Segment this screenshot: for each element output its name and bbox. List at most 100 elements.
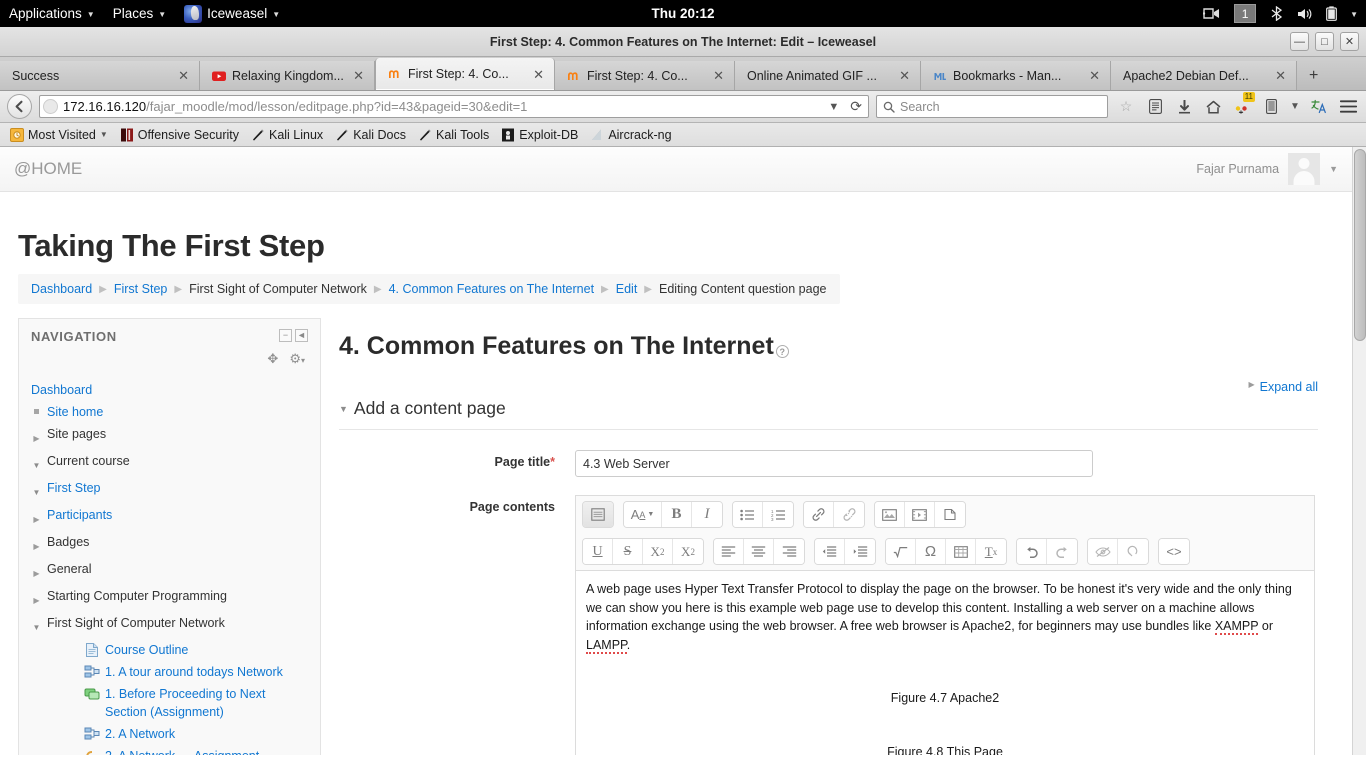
- browser-tab[interactable]: First Step: 4. Co... ✕: [555, 61, 735, 90]
- nav-item-current-course[interactable]: ▼ Current course: [31, 450, 308, 477]
- collapse-block-icon[interactable]: −: [279, 329, 292, 342]
- html-source-icon[interactable]: <>: [1159, 539, 1189, 564]
- chevron-right-icon[interactable]: ▶: [31, 533, 42, 556]
- nav-item-label[interactable]: Participants: [47, 506, 112, 524]
- nav-item-course-outline[interactable]: Course Outline: [31, 639, 308, 661]
- clipboard-icon[interactable]: [1260, 95, 1282, 119]
- align-center-icon[interactable]: [744, 539, 774, 564]
- clear-format-icon[interactable]: Tx: [976, 539, 1006, 564]
- nav-item-label[interactable]: Course Outline: [105, 641, 188, 659]
- translate-icon[interactable]: [1308, 95, 1330, 119]
- close-button[interactable]: ✕: [1340, 32, 1359, 51]
- nav-item-site-pages[interactable]: ▶ Site pages: [31, 423, 308, 450]
- table-icon[interactable]: [946, 539, 976, 564]
- section-header[interactable]: ▼ Add a content page: [339, 398, 1318, 430]
- hamburger-menu-icon[interactable]: [1337, 95, 1359, 119]
- strikethrough-icon[interactable]: S: [613, 539, 643, 564]
- nav-item-dashboard[interactable]: Dashboard: [31, 379, 308, 401]
- browser-tab[interactable]: Apache2 Debian Def... ✕: [1111, 61, 1297, 90]
- breadcrumb-item-first-step[interactable]: First Step: [114, 282, 168, 296]
- indent-icon[interactable]: [845, 539, 875, 564]
- equation-icon[interactable]: [886, 539, 916, 564]
- nav-item-assignment-1[interactable]: 1. Before Proceeding to Next Section (As…: [31, 683, 308, 723]
- nav-item-label[interactable]: 2. A Network --- Assignment: [105, 747, 259, 755]
- close-icon[interactable]: ✕: [1087, 69, 1102, 82]
- media-icon[interactable]: [905, 502, 935, 527]
- dock-block-icon[interactable]: ◄: [295, 329, 308, 342]
- site-identity-icon[interactable]: [43, 99, 58, 114]
- nav-item-label[interactable]: 1. Before Proceeding to Next Section (As…: [105, 685, 308, 721]
- downloads-icon[interactable]: [1173, 95, 1195, 119]
- iceweasel-menu[interactable]: Iceweasel ▼: [175, 0, 289, 27]
- close-icon[interactable]: ✕: [711, 69, 726, 82]
- chevron-down-icon[interactable]: ▼: [31, 614, 42, 637]
- align-right-icon[interactable]: [774, 539, 804, 564]
- search-input[interactable]: Search: [876, 95, 1108, 118]
- close-icon[interactable]: ✕: [897, 69, 912, 82]
- align-left-icon[interactable]: [714, 539, 744, 564]
- applications-menu[interactable]: Applications ▼: [0, 0, 104, 27]
- bullet-list-icon[interactable]: [733, 502, 763, 527]
- paste-icon[interactable]: [935, 502, 965, 527]
- breadcrumb-item-lesson[interactable]: 4. Common Features on The Internet: [389, 282, 594, 296]
- minimize-button[interactable]: —: [1290, 32, 1309, 51]
- expand-all-link[interactable]: Expand all: [1260, 380, 1318, 394]
- close-icon[interactable]: ✕: [531, 68, 546, 81]
- browser-tab[interactable]: Online Animated GIF ... ✕: [735, 61, 921, 90]
- nav-item-lesson-1[interactable]: 1. A tour around todays Network: [31, 661, 308, 683]
- maximize-button[interactable]: □: [1315, 32, 1334, 51]
- image-icon[interactable]: [875, 502, 905, 527]
- undo-icon[interactable]: [1017, 539, 1047, 564]
- redo-icon[interactable]: [1047, 539, 1077, 564]
- chevron-right-icon[interactable]: ▶: [31, 425, 42, 448]
- nav-item-label[interactable]: First Step: [47, 479, 101, 497]
- bookmark-exploit-db[interactable]: Exploit-DB: [495, 124, 584, 146]
- new-tab-button[interactable]: +: [1297, 61, 1330, 90]
- chevron-down-icon[interactable]: ▼: [339, 404, 348, 414]
- close-icon[interactable]: ✕: [176, 69, 191, 82]
- nav-item-assignment-2[interactable]: 2. A Network --- Assignment: [31, 745, 308, 755]
- bluetooth-icon[interactable]: [1269, 6, 1284, 21]
- breadcrumb-item-dashboard[interactable]: Dashboard: [31, 282, 92, 296]
- browser-tab-active[interactable]: First Step: 4. Co... ✕: [375, 58, 555, 90]
- nav-item-participants[interactable]: ▶ Participants: [31, 504, 308, 531]
- page-title-input[interactable]: [575, 450, 1093, 477]
- move-icon[interactable]: ✥: [267, 351, 278, 367]
- back-button[interactable]: [7, 94, 32, 119]
- url-bar[interactable]: 172.16.16.120/fajar_moodle/mod/lesson/ed…: [39, 95, 869, 118]
- chevron-down-icon[interactable]: ▼: [1350, 10, 1358, 19]
- workspace-indicator[interactable]: 1: [1234, 4, 1257, 23]
- nav-item-lesson-2[interactable]: 2. A Network: [31, 723, 308, 745]
- site-name[interactable]: @HOME: [14, 159, 82, 179]
- screencast-icon[interactable]: [1203, 7, 1221, 20]
- accessibility-check-icon[interactable]: [1088, 539, 1118, 564]
- browser-tab[interactable]: Success ✕: [0, 61, 200, 90]
- editor-content-area[interactable]: A web page uses Hyper Text Transfer Prot…: [576, 570, 1314, 755]
- close-icon[interactable]: ✕: [1273, 69, 1288, 82]
- font-style-icon[interactable]: A A ▼: [624, 502, 662, 527]
- close-icon[interactable]: ✕: [351, 69, 366, 82]
- underline-icon[interactable]: U: [583, 539, 613, 564]
- nav-item-label[interactable]: 1. A tour around todays Network: [105, 663, 283, 681]
- nav-item-general[interactable]: ▶ General: [31, 558, 308, 585]
- addons-icon[interactable]: 11: [1231, 91, 1255, 119]
- browser-tab[interactable]: Bookmarks - Man... ✕: [921, 61, 1111, 90]
- expand-editor-icon[interactable]: [583, 502, 613, 527]
- nav-item-first-step[interactable]: ▼ First Step: [31, 477, 308, 504]
- chevron-right-icon[interactable]: ▶: [31, 506, 42, 529]
- chevron-right-icon[interactable]: ▶: [31, 587, 42, 610]
- bookmark-most-visited[interactable]: Most Visited ▼: [4, 124, 114, 146]
- nav-item-first-sight-of-computer-network[interactable]: ▼ First Sight of Computer Network: [31, 612, 308, 639]
- places-menu[interactable]: Places ▼: [104, 0, 175, 27]
- chevron-down-icon[interactable]: ▼: [1329, 164, 1338, 174]
- unlink-icon[interactable]: [834, 502, 864, 527]
- nav-item-starting-computer-programming[interactable]: ▶ Starting Computer Programming: [31, 585, 308, 612]
- bookmark-kali-docs[interactable]: Kali Docs: [329, 124, 412, 146]
- page-scrollbar[interactable]: [1352, 147, 1366, 755]
- user-menu[interactable]: Fajar Purnama ▼: [1196, 153, 1338, 185]
- outdent-icon[interactable]: [815, 539, 845, 564]
- link-icon[interactable]: [804, 502, 834, 527]
- bookmark-aircrack-ng[interactable]: Aircrack-ng: [584, 124, 677, 146]
- numbered-list-icon[interactable]: 123: [763, 502, 793, 527]
- browser-tab[interactable]: Relaxing Kingdom... ✕: [200, 61, 375, 90]
